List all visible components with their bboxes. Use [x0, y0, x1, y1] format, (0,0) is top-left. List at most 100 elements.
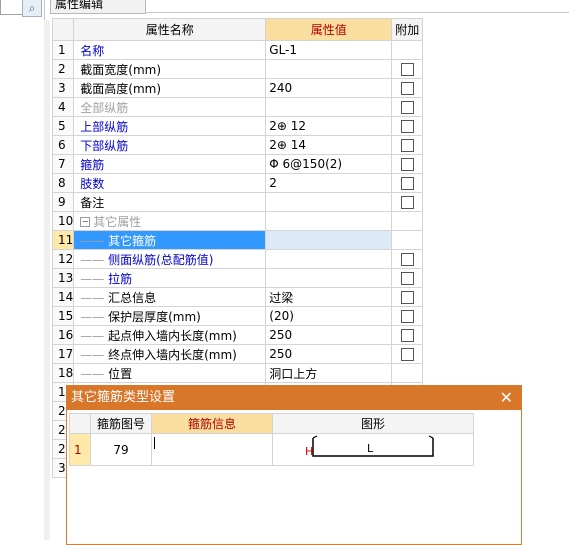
extra-checkbox[interactable]	[400, 101, 414, 114]
property-row[interactable]: 11 —— 其它箍筋	[51, 230, 424, 250]
grid-header: 属性名称 属性值 附加	[51, 18, 424, 41]
property-name[interactable]: 名称	[73, 40, 267, 60]
property-row[interactable]: 2 截面宽度(mm)	[51, 59, 424, 79]
property-row[interactable]: 6 下部纵筋 2⊕ 14	[51, 135, 424, 155]
property-row[interactable]: 3 截面高度(mm) 240	[51, 78, 424, 98]
row-number: 12	[51, 249, 75, 269]
property-name[interactable]: —— 位置	[73, 363, 267, 383]
row-number: 6	[51, 135, 75, 155]
property-name[interactable]: 全部纵筋	[73, 97, 267, 117]
property-value[interactable]: 2	[265, 173, 393, 193]
extra-checkbox[interactable]	[400, 272, 414, 285]
property-row[interactable]: 10− 其它属性	[51, 211, 424, 231]
property-name[interactable]: 备注	[73, 192, 267, 212]
extra-cell	[391, 78, 424, 98]
search-icon[interactable]: ⌕	[22, 0, 42, 17]
property-row[interactable]: 14 —— 汇总信息 过梁	[51, 287, 424, 307]
property-label: 其它箍筋	[108, 233, 157, 248]
property-name[interactable]: —— 汇总信息	[73, 287, 267, 307]
property-name[interactable]: 箍筋	[73, 154, 267, 174]
property-row[interactable]: 18 —— 位置 洞口上方	[51, 363, 424, 383]
extra-checkbox[interactable]	[400, 348, 414, 361]
property-value[interactable]	[265, 249, 393, 269]
property-value[interactable]: (20)	[265, 306, 393, 326]
property-name[interactable]: —— 其它箍筋	[73, 230, 267, 250]
property-value[interactable]: 250	[265, 325, 393, 345]
property-row[interactable]: 16 —— 起点伸入墙内长度(mm) 250	[51, 325, 424, 345]
text-cursor	[154, 437, 155, 449]
property-name[interactable]: − 其它属性	[73, 211, 267, 231]
panel-title: 属性编辑	[50, 0, 146, 14]
property-row[interactable]: 4 全部纵筋	[51, 97, 424, 117]
property-name[interactable]: —— 起点伸入墙内长度(mm)	[73, 325, 267, 345]
stirrup-info-input[interactable]	[151, 433, 273, 466]
search-input[interactable]	[0, 0, 24, 15]
stirrup-row[interactable]: 1 79 H L	[69, 433, 474, 466]
extra-checkbox[interactable]	[400, 63, 414, 76]
property-name[interactable]: 肢数	[73, 173, 267, 193]
property-row[interactable]: 1 名称 GL-1	[51, 40, 424, 60]
property-name[interactable]: 截面宽度(mm)	[73, 59, 267, 79]
extra-checkbox[interactable]	[400, 120, 414, 133]
row-number: 2	[51, 59, 75, 79]
property-value[interactable]	[265, 268, 393, 288]
stirrup-code-cell[interactable]: 79	[90, 433, 152, 466]
extra-checkbox[interactable]	[400, 177, 414, 190]
shape-h-label: H	[305, 445, 314, 458]
property-value[interactable]	[265, 211, 393, 231]
extra-checkbox[interactable]	[400, 158, 414, 171]
property-row[interactable]: 12 —— 侧面纵筋(总配筋值)	[51, 249, 424, 269]
header-stirrup-info[interactable]: 箍筋信息	[151, 413, 273, 434]
property-value[interactable]	[265, 230, 393, 250]
corner-cell	[51, 18, 75, 41]
tree-line-icon: ——	[80, 233, 109, 248]
extra-cell	[391, 97, 424, 117]
collapse-icon[interactable]: −	[80, 217, 91, 227]
extra-checkbox[interactable]	[400, 139, 414, 152]
property-value[interactable]: Φ 6@150(2)	[265, 154, 393, 174]
property-name[interactable]: —— 保护层厚度(mm)	[73, 306, 267, 326]
property-value[interactable]: 2⊕ 12	[265, 116, 393, 136]
property-row[interactable]: 8 肢数 2	[51, 173, 424, 193]
property-label: 汇总信息	[108, 290, 157, 305]
property-value[interactable]: 2⊕ 14	[265, 135, 393, 155]
property-name[interactable]: —— 侧面纵筋(总配筋值)	[73, 249, 267, 269]
extra-checkbox[interactable]	[400, 196, 414, 209]
extra-checkbox[interactable]	[400, 310, 414, 323]
property-value[interactable]: 洞口上方	[265, 363, 393, 383]
header-extra[interactable]: 附加	[391, 18, 424, 41]
property-label: 侧面纵筋(总配筋值)	[108, 252, 214, 267]
header-value[interactable]: 属性值	[265, 18, 393, 41]
property-row[interactable]: 9 备注	[51, 192, 424, 212]
property-name[interactable]: —— 拉筋	[73, 268, 267, 288]
header-stirrup-code[interactable]: 箍筋图号	[90, 413, 152, 434]
property-value[interactable]	[265, 97, 393, 117]
property-row[interactable]: 13 —— 拉筋	[51, 268, 424, 288]
row-number: 17	[51, 344, 75, 364]
property-value[interactable]	[265, 59, 393, 79]
property-value[interactable]: 过梁	[265, 287, 393, 307]
extra-cell	[391, 116, 424, 136]
property-row[interactable]: 17 —— 终点伸入墙内长度(mm) 250	[51, 344, 424, 364]
close-icon[interactable]: ✕	[500, 386, 513, 410]
header-shape[interactable]: 图形	[272, 413, 474, 434]
property-value[interactable]: 250	[265, 344, 393, 364]
property-name[interactable]: 上部纵筋	[73, 116, 267, 136]
property-name[interactable]: —— 终点伸入墙内长度(mm)	[73, 344, 267, 364]
property-row[interactable]: 15 —— 保护层厚度(mm) (20)	[51, 306, 424, 326]
header-name[interactable]: 属性名称	[73, 18, 267, 41]
extra-checkbox[interactable]	[400, 329, 414, 342]
property-name[interactable]: 下部纵筋	[73, 135, 267, 155]
property-value[interactable]	[265, 192, 393, 212]
extra-checkbox[interactable]	[400, 291, 414, 304]
dialog-title-bar[interactable]: 其它箍筋类型设置 ✕	[67, 386, 521, 410]
property-name[interactable]: 截面高度(mm)	[73, 78, 267, 98]
property-value[interactable]: GL-1	[265, 40, 393, 60]
extra-checkbox[interactable]	[400, 253, 414, 266]
property-row[interactable]: 5 上部纵筋 2⊕ 12	[51, 116, 424, 136]
property-label: 截面宽度(mm)	[80, 62, 162, 77]
extra-checkbox[interactable]	[400, 82, 414, 95]
property-row[interactable]: 7 箍筋 Φ 6@150(2)	[51, 154, 424, 174]
property-value[interactable]: 240	[265, 78, 393, 98]
extra-cell	[391, 59, 424, 79]
